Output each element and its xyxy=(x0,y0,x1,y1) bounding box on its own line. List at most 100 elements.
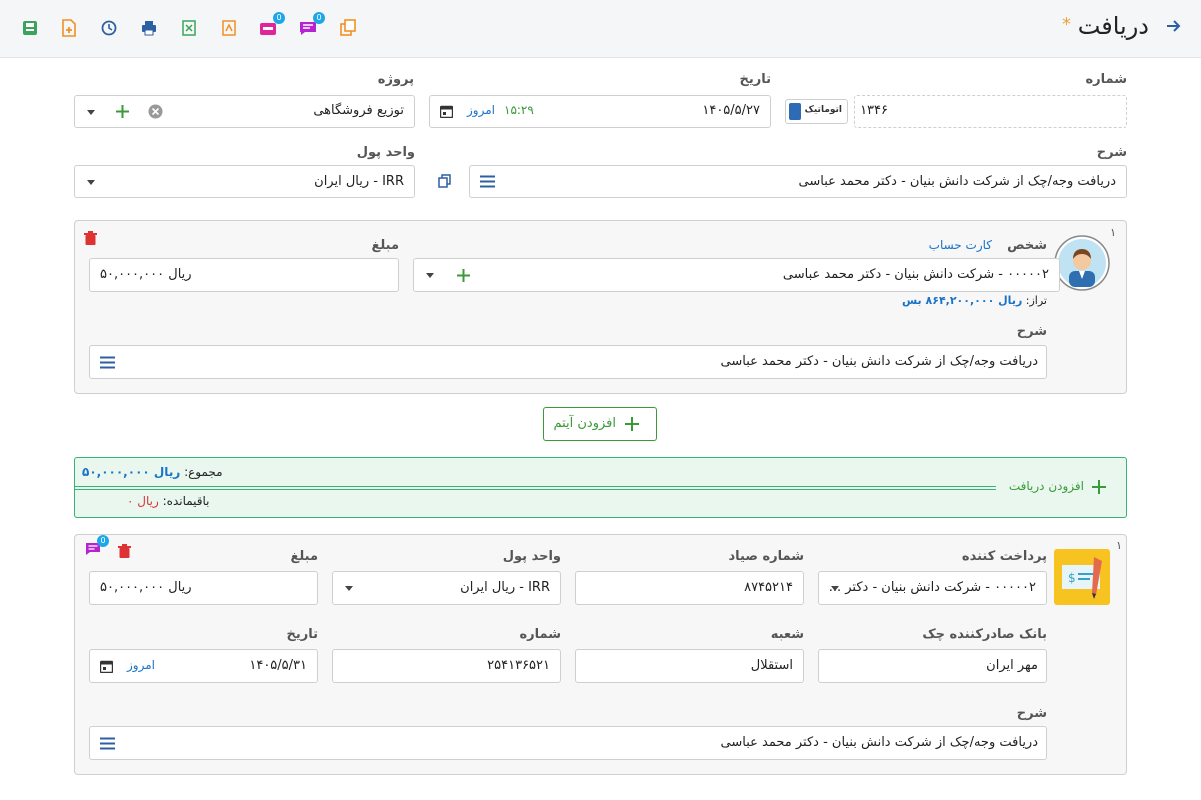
new-document-icon[interactable] xyxy=(60,19,78,37)
item-index: ۱ xyxy=(1110,226,1116,239)
currency-select[interactable]: IRR - ریال ایران xyxy=(74,165,415,198)
inbox-badge: 0 xyxy=(273,12,285,24)
excel-export-icon[interactable] xyxy=(180,19,198,37)
payer-select[interactable]: ۰۰۰۰۰۲ - شرکت دانش بنیان - دکتر ... xyxy=(818,571,1047,605)
save-icon[interactable] xyxy=(21,19,39,37)
balance-value: ریال ۸۶۴,۲۰۰,۰۰۰ بس xyxy=(902,294,1023,307)
receipt-badge: 0 xyxy=(97,535,109,547)
item-desc-value: دریافت وجه/چک از شرکت دانش بنیان - دکتر … xyxy=(720,354,1038,369)
add-item-button[interactable]: افزودن آیتم xyxy=(543,407,657,441)
comments-icon[interactable]: 0 xyxy=(299,12,325,37)
payer-label: پرداخت کننده xyxy=(961,549,1047,564)
chevron-down-icon[interactable] xyxy=(87,110,95,115)
pdf-export-icon[interactable] xyxy=(220,19,238,37)
remaining-label: باقیمانده: xyxy=(162,494,210,508)
number-label: شماره xyxy=(1085,72,1127,87)
item-desc-field[interactable]: دریافت وجه/چک از شرکت دانش بنیان - دکتر … xyxy=(89,345,1047,379)
today-link[interactable]: امروز xyxy=(127,658,155,672)
person-avatar xyxy=(1054,235,1110,295)
add-item-label: افزودن آیتم xyxy=(553,416,616,431)
date-field[interactable]: ۱۴۰۵/۵/۲۷ ۱۵:۲۹ امروز xyxy=(429,95,771,128)
chevron-down-icon[interactable] xyxy=(426,273,434,278)
receipt-amount-label: مبلغ xyxy=(290,549,318,564)
total-value: ریال ۵۰,۰۰۰,۰۰۰ xyxy=(82,465,181,479)
receipt-desc-value: دریافت وجه/چک از شرکت دانش بنیان - دکتر … xyxy=(720,735,1038,750)
receipt-desc-field[interactable]: دریافت وجه/چک از شرکت دانش بنیان - دکتر … xyxy=(89,726,1047,760)
desc-value: دریافت وجه/چک از شرکت دانش بنیان - دکتر … xyxy=(798,174,1116,189)
desc-label: شرح xyxy=(1096,145,1127,160)
bank-label: بانک صادرکننده چک xyxy=(922,627,1047,642)
cheque-icon: $ xyxy=(1054,549,1110,609)
plus-icon xyxy=(625,417,639,435)
item-desc-label: شرح xyxy=(1016,324,1047,339)
balance-info: تراز: ریال ۸۶۴,۲۰۰,۰۰۰ بس xyxy=(902,294,1047,307)
project-select[interactable]: توزیع فروشگاهی xyxy=(74,95,415,128)
chevron-down-icon[interactable] xyxy=(87,180,95,185)
bank-field[interactable]: مهر ایران xyxy=(818,649,1047,683)
inbox-icon[interactable]: 0 xyxy=(259,12,285,37)
add-receipt-link[interactable]: افزودن دریافت xyxy=(1009,479,1084,493)
receipt-index: ۱ xyxy=(1116,539,1122,552)
menu-icon[interactable] xyxy=(480,175,495,192)
receipt-comments-icon[interactable]: 0 xyxy=(85,535,109,560)
copy-desc-icon[interactable] xyxy=(438,174,452,192)
receipt-currency-select[interactable]: IRR - ریال ایران xyxy=(332,571,561,605)
person-select[interactable]: ۰۰۰۰۰۲ - شرکت دانش بنیان - دکتر محمد عبا… xyxy=(413,258,1060,292)
history-icon[interactable] xyxy=(100,19,118,37)
payer-value: ۰۰۰۰۰۲ - شرکت دانش بنیان - دکتر ... xyxy=(828,580,1036,595)
chevron-down-icon[interactable] xyxy=(831,586,839,591)
branch-field[interactable]: استقلال xyxy=(575,649,804,683)
plus-icon[interactable] xyxy=(1092,480,1106,498)
divider xyxy=(75,486,996,490)
menu-icon[interactable] xyxy=(100,356,115,373)
calendar-icon[interactable] xyxy=(439,105,454,122)
balance-label: تراز: xyxy=(1025,294,1047,307)
remaining-row: باقیمانده: ریال ۰ xyxy=(127,494,210,508)
branch-value: استقلال xyxy=(750,658,793,673)
back-arrow-icon[interactable] xyxy=(1165,18,1181,34)
delete-icon[interactable] xyxy=(118,544,131,562)
clear-icon[interactable] xyxy=(148,104,163,123)
receipt-amount-value: ریال ۵۰,۰۰۰,۰۰۰ xyxy=(100,580,192,595)
receipt-amount-field[interactable]: ریال ۵۰,۰۰۰,۰۰۰ xyxy=(89,571,318,605)
page-title: دریافت xyxy=(1077,12,1149,40)
time-value: ۱۵:۲۹ xyxy=(504,103,534,117)
currency-label: واحد پول xyxy=(356,145,415,160)
number-field[interactable]: ۱۳۴۶ xyxy=(854,95,1127,128)
comments-badge: 0 xyxy=(313,12,325,24)
menu-icon[interactable] xyxy=(100,737,115,754)
amount-label: مبلغ xyxy=(371,238,399,253)
number-value: ۱۳۴۶ xyxy=(860,103,888,118)
delete-icon[interactable] xyxy=(84,231,97,249)
date-value: ۱۴۰۵/۵/۲۷ xyxy=(702,103,760,118)
cheque-number-field[interactable]: ۲۵۴۱۳۶۵۲۱ xyxy=(332,649,561,683)
print-icon[interactable] xyxy=(140,19,158,37)
receipt-card: ۱ 0 $ پرداخت کننده شماره صیاد واحد پول م… xyxy=(74,534,1127,775)
item-card: ۱ شخص کارت حساب ۰۰۰۰۰۲ - شرکت دانش بنیان… xyxy=(74,220,1127,394)
chevron-down-icon[interactable] xyxy=(345,586,353,591)
branch-label: شعبه xyxy=(770,627,804,642)
copy-icon[interactable] xyxy=(339,19,357,37)
project-label: پروژه xyxy=(377,72,414,87)
person-label: شخص xyxy=(1007,238,1047,253)
summary-bar: افزودن دریافت مجموع: ریال ۵۰,۰۰۰,۰۰۰ باق… xyxy=(74,457,1127,518)
sayad-label: شماره صیاد xyxy=(728,549,805,564)
auto-checkbox[interactable] xyxy=(789,103,801,120)
sayad-field[interactable]: ۸۷۴۵۲۱۴ xyxy=(575,571,804,605)
unsaved-star: * xyxy=(1062,14,1071,35)
today-link[interactable]: امروز xyxy=(467,103,495,117)
cheque-date-field[interactable]: ۱۴۰۵/۵/۳۱ امروز xyxy=(89,649,318,683)
amount-value: ریال ۵۰,۰۰۰,۰۰۰ xyxy=(100,267,192,282)
add-person-icon[interactable] xyxy=(456,268,471,287)
calendar-icon[interactable] xyxy=(99,660,114,677)
total-label: مجموع: xyxy=(184,465,223,479)
cheque-date-value: ۱۴۰۵/۵/۳۱ xyxy=(249,658,307,673)
auto-number-toggle[interactable]: اتوماتیک xyxy=(785,99,848,124)
add-project-icon[interactable] xyxy=(115,104,130,123)
project-value: توزیع فروشگاهی xyxy=(313,103,404,118)
top-toolbar: 0 0 * دریافت xyxy=(0,0,1201,58)
desc-field[interactable]: دریافت وجه/چک از شرکت دانش بنیان - دکتر … xyxy=(469,165,1127,198)
sayad-value: ۸۷۴۵۲۱۴ xyxy=(744,580,793,595)
amount-field[interactable]: ریال ۵۰,۰۰۰,۰۰۰ xyxy=(89,258,399,292)
account-card-link[interactable]: کارت حساب xyxy=(929,238,992,252)
